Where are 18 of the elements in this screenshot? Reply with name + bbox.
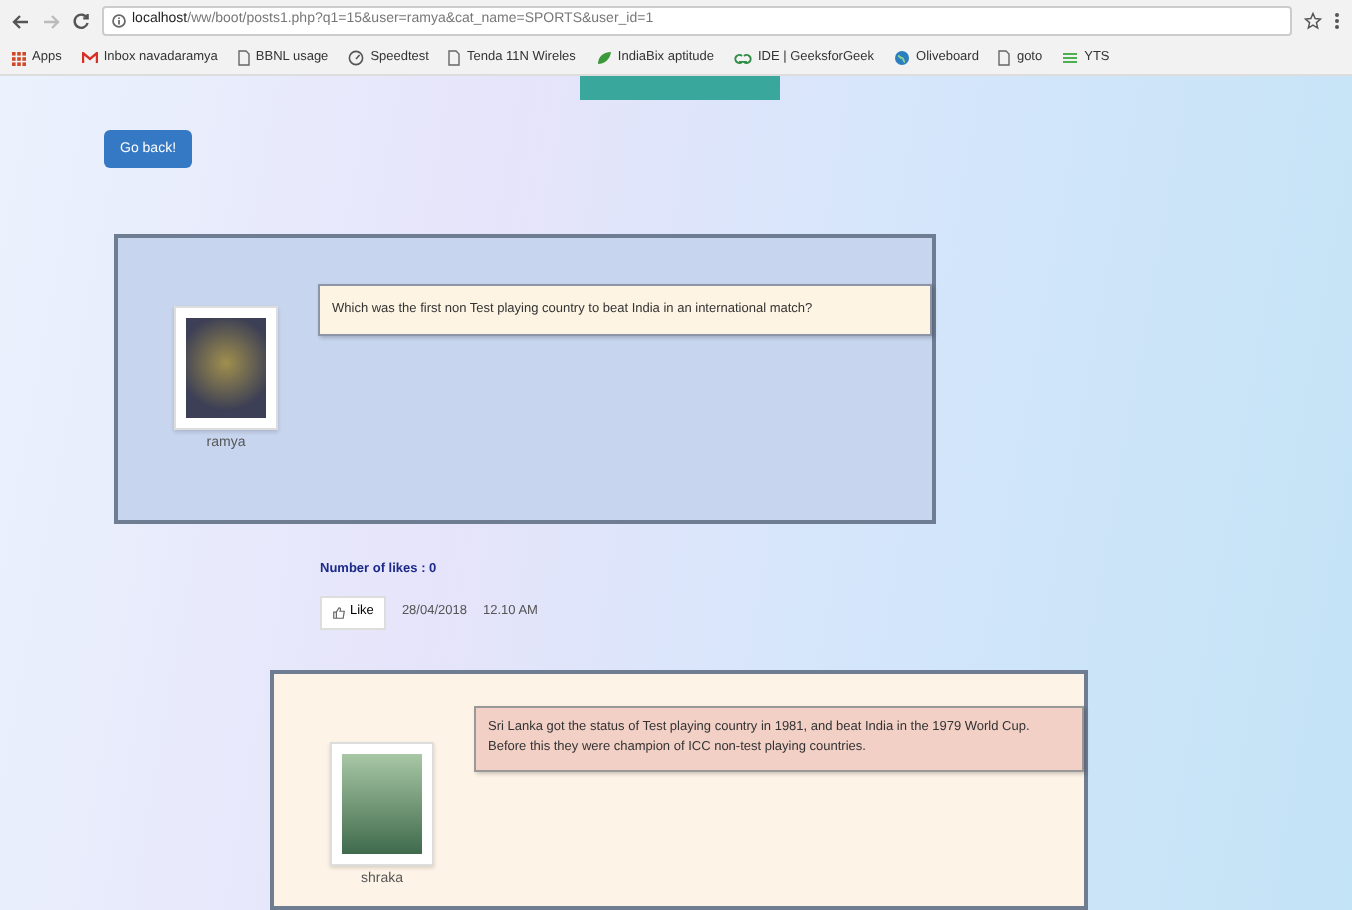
gfg-logo-icon [733,51,752,65]
reload-icon[interactable] [72,12,90,30]
thumbs-up-icon [332,605,346,620]
info-icon [112,14,126,28]
photo-placeholder [186,318,266,418]
star-icon[interactable] [1304,12,1322,30]
page-icon [237,50,250,66]
back-icon[interactable] [12,13,30,29]
page-icon [448,50,461,66]
mail-icon [81,52,98,64]
gauge-icon [348,50,365,66]
photo-placeholder [342,753,422,854]
apps-grid-icon [12,51,26,65]
menu-icon[interactable] [1334,12,1340,30]
leaf-icon [595,50,612,66]
page-icon [998,50,1011,66]
yts-logo-icon [1062,52,1079,64]
globe-icon [894,50,911,66]
